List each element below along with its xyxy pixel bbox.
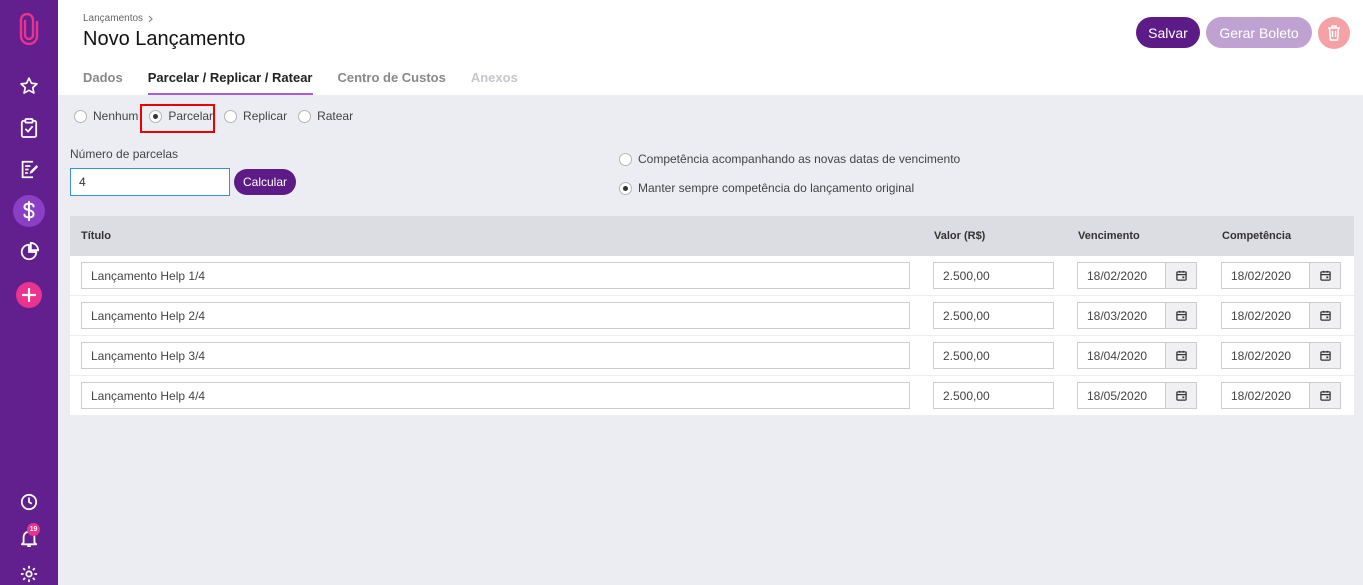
table-header: Título Valor (R$) Vencimento Competência [70, 216, 1354, 256]
calendar-button[interactable] [1309, 342, 1341, 369]
star-icon[interactable] [0, 69, 58, 103]
installments-table: Título Valor (R$) Vencimento Competência… [70, 216, 1354, 416]
radio-competencia-manter[interactable]: Manter sempre competência do lançamento … [619, 181, 914, 195]
delete-button[interactable] [1318, 17, 1350, 49]
titulo-input[interactable]: Lançamento Help 3/4 [81, 342, 910, 369]
finance-dollar-icon[interactable] [0, 194, 58, 228]
page-title: Novo Lançamento [83, 28, 246, 50]
tab-anexos[interactable]: Anexos [471, 70, 518, 95]
breadcrumb[interactable]: Lançamentos [83, 13, 154, 24]
paperclip-logo-icon[interactable] [0, 12, 58, 46]
radio-label: Nenhum [93, 109, 139, 123]
calendar-icon [1319, 270, 1331, 281]
table-row: Lançamento Help 3/4 2.500,00 18/04/2020 … [70, 336, 1354, 376]
highlight-box [140, 104, 215, 133]
calendar-button[interactable] [1309, 262, 1341, 289]
radio-competencia-acompanhando[interactable]: Competência acompanhando as novas datas … [619, 152, 960, 166]
header-competencia: Competência [1222, 230, 1292, 242]
radio-label: Ratear [317, 109, 354, 123]
vencimento-input[interactable]: 18/05/2020 [1077, 382, 1166, 409]
chevron-right-icon [148, 15, 153, 22]
mode-radio-group: Nenhum Parcelar Replicar Ratear [74, 109, 364, 123]
radio-circle[interactable] [619, 152, 632, 166]
radio-circle[interactable] [74, 109, 87, 123]
edit-document-icon[interactable] [0, 152, 58, 186]
clipboard-check-icon[interactable] [0, 111, 58, 145]
radio-circle[interactable] [298, 109, 312, 123]
radio-label: Replicar [243, 109, 288, 123]
titulo-input[interactable]: Lançamento Help 2/4 [81, 302, 910, 329]
tab-dados[interactable]: Dados [83, 70, 123, 95]
competencia-input[interactable]: 18/02/2020 [1221, 302, 1310, 329]
table-row: Lançamento Help 1/4 2.500,00 18/02/2020 … [70, 256, 1354, 296]
notifications-button[interactable]: 19 [0, 521, 58, 555]
calendar-icon [1319, 350, 1331, 361]
settings-gear-icon[interactable] [0, 557, 58, 585]
calendar-button[interactable] [1165, 342, 1197, 369]
parcelas-label: Número de parcelas [70, 147, 179, 161]
clock-icon[interactable] [0, 485, 58, 519]
table-row: Lançamento Help 4/4 2.500,00 18/05/2020 … [70, 376, 1354, 416]
radio-ratear[interactable]: Ratear [298, 109, 353, 123]
radio-nenhum[interactable]: Nenhum [74, 109, 138, 123]
tab-parcelar[interactable]: Parcelar / Replicar / Ratear [147, 70, 313, 95]
tab-centro-custos[interactable]: Centro de Custos [338, 70, 446, 95]
radio-circle[interactable] [224, 109, 238, 123]
competencia-input[interactable]: 18/02/2020 [1221, 342, 1310, 369]
trash-icon [1328, 25, 1340, 41]
valor-input[interactable]: 2.500,00 [933, 382, 1054, 409]
tab-bar: Dados Parcelar / Replicar / Ratear Centr… [83, 70, 543, 95]
valor-input[interactable]: 2.500,00 [933, 262, 1054, 289]
radio-replicar[interactable]: Replicar [224, 109, 287, 123]
breadcrumb-item[interactable]: Lançamentos [83, 13, 143, 24]
header-titulo: Título [81, 230, 111, 242]
calculate-button[interactable]: Calcular [234, 169, 296, 195]
valor-input[interactable]: 2.500,00 [933, 342, 1054, 369]
sidebar: 19 [0, 0, 58, 585]
radio-label: Manter sempre competência do lançamento … [638, 181, 915, 195]
vencimento-input[interactable]: 18/02/2020 [1077, 262, 1166, 289]
save-button[interactable]: Salvar [1136, 17, 1200, 48]
competencia-input[interactable]: 18/02/2020 [1221, 382, 1310, 409]
calendar-icon [1175, 270, 1187, 281]
calendar-button[interactable] [1165, 262, 1197, 289]
competencia-input[interactable]: 18/02/2020 [1221, 262, 1310, 289]
vencimento-input[interactable]: 18/04/2020 [1077, 342, 1166, 369]
valor-input[interactable]: 2.500,00 [933, 302, 1054, 329]
vencimento-input[interactable]: 18/03/2020 [1077, 302, 1166, 329]
calendar-button[interactable] [1165, 302, 1197, 329]
header-valor: Valor (R$) [934, 230, 986, 242]
calendar-button[interactable] [1165, 382, 1197, 409]
titulo-input[interactable]: Lançamento Help 4/4 [81, 382, 910, 409]
page-header: Lançamentos Novo Lançamento Dados Parcel… [58, 0, 1363, 95]
notification-badge: 19 [27, 523, 40, 536]
header-vencimento: Vencimento [1078, 230, 1140, 242]
generate-boleto-button[interactable]: Gerar Boleto [1206, 17, 1312, 48]
calendar-button[interactable] [1309, 382, 1341, 409]
radio-circle[interactable] [619, 181, 632, 195]
calendar-icon [1319, 390, 1331, 401]
calendar-icon [1319, 310, 1331, 321]
calendar-icon [1175, 350, 1187, 361]
radio-label: Competência acompanhando as novas datas … [638, 152, 961, 166]
add-icon[interactable] [0, 278, 58, 312]
pie-chart-icon[interactable] [0, 235, 58, 269]
calendar-button[interactable] [1309, 302, 1341, 329]
table-row: Lançamento Help 2/4 2.500,00 18/03/2020 … [70, 296, 1354, 336]
calendar-icon [1175, 390, 1187, 401]
titulo-input[interactable]: Lançamento Help 1/4 [81, 262, 910, 289]
calendar-icon [1175, 310, 1187, 321]
parcelas-input[interactable]: 4 [70, 168, 230, 196]
